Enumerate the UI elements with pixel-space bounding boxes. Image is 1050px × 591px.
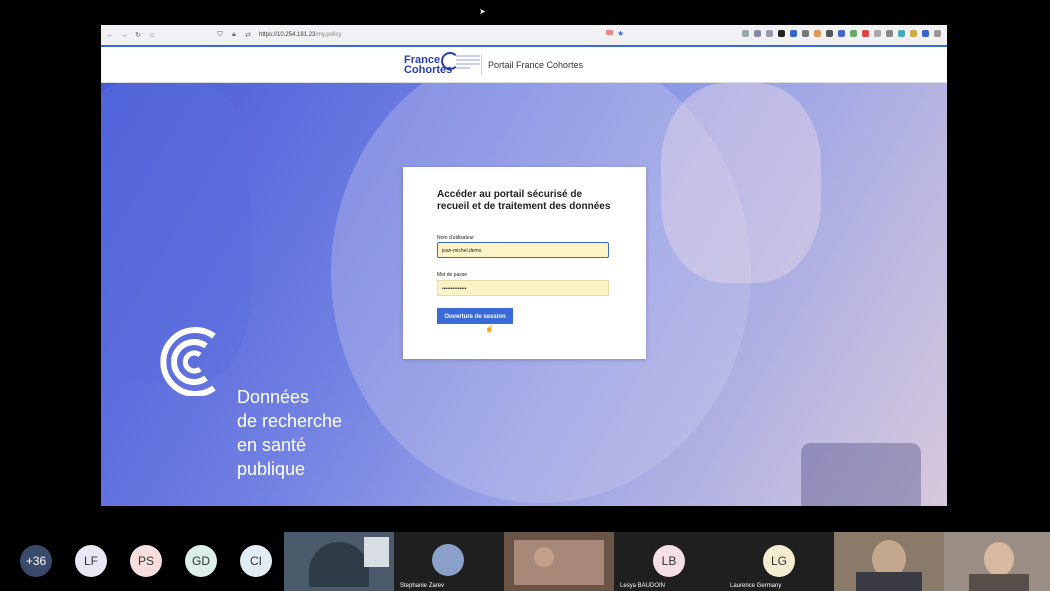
participant-avatar[interactable]: CI xyxy=(240,545,272,577)
participant-video-tile[interactable] xyxy=(834,532,944,591)
participant-avatar: LB xyxy=(653,545,685,577)
username-label: Nom d'utilisateur xyxy=(437,235,475,241)
extension-icon[interactable] xyxy=(922,30,929,37)
header-divider xyxy=(481,55,482,75)
participant-video-tile[interactable] xyxy=(504,532,614,591)
back-icon[interactable]: ← xyxy=(105,32,115,39)
hero-figure-bottom xyxy=(801,443,921,506)
pocket-icon[interactable] xyxy=(742,30,749,37)
extensions-row xyxy=(742,30,941,37)
participant-video-tile[interactable]: Stephanie Zarev xyxy=(394,532,504,591)
more-participants-button[interactable]: +36 xyxy=(20,545,52,577)
hand-cursor-icon: ☝ xyxy=(485,326,494,333)
logo-subtext-lines xyxy=(456,55,480,69)
participant-name: Lesya BAUDOIN xyxy=(620,583,666,589)
participant-video-tile[interactable] xyxy=(284,532,394,591)
url-path: /my.policy xyxy=(315,32,342,38)
browser-toolbar: ← → ↻ ⌂ ⛉ 🔒︎ ⇄ https://10.254.181.23/my.… xyxy=(101,25,947,47)
participant-video-tile[interactable]: LG Laurence Germany xyxy=(724,532,834,591)
extension-icon[interactable] xyxy=(862,30,869,37)
extension-icon[interactable] xyxy=(802,30,809,37)
extension-icon[interactable] xyxy=(910,30,917,37)
participant-video-tile[interactable]: LB Lesya BAUDOIN xyxy=(614,532,724,591)
portal-title: Portail France Cohortes xyxy=(488,60,584,70)
tagline-line: en santé xyxy=(237,435,307,455)
url-bar[interactable]: https://10.254.181.23/my.policy xyxy=(259,32,342,38)
reload-icon[interactable]: ↻ xyxy=(133,31,143,39)
url-host: https://10.254.181.23 xyxy=(259,32,316,38)
tagline-line: Données xyxy=(237,387,310,407)
permissions-icon[interactable]: ⇄ xyxy=(243,31,253,39)
username-input[interactable]: jean-michel.demo xyxy=(437,242,609,258)
hero-figure-hand xyxy=(661,83,821,283)
hero-background: Données de recherche en santé publique A… xyxy=(101,83,947,506)
participant-avatar[interactable]: LF xyxy=(75,545,107,577)
extension-icon[interactable] xyxy=(826,30,833,37)
tagline-line: publique xyxy=(237,459,306,479)
participant-name: Laurence Germany xyxy=(730,583,782,589)
extension-icon[interactable] xyxy=(790,30,797,37)
tagline-line: de recherche xyxy=(237,411,343,431)
hero-tagline: Données de recherche en santé publique xyxy=(237,385,342,481)
bookmark-star-icon[interactable]: ★ xyxy=(617,29,624,38)
password-label: Mot de passe xyxy=(437,272,468,278)
extension-icon[interactable] xyxy=(814,30,821,37)
download-icon[interactable] xyxy=(754,30,761,37)
password-input[interactable]: •••••••••••••• xyxy=(437,280,609,296)
extension-icon[interactable] xyxy=(874,30,881,37)
shared-screen: ← → ↻ ⌂ ⛉ 🔒︎ ⇄ https://10.254.181.23/my.… xyxy=(101,25,947,506)
mouse-cursor-icon: ➤ xyxy=(479,7,486,16)
extension-icon[interactable] xyxy=(898,30,905,37)
participant-video-tile[interactable] xyxy=(944,532,1050,591)
extension-icon[interactable] xyxy=(778,30,785,37)
lock-icon[interactable]: 🔒︎ xyxy=(229,31,239,39)
key-icon[interactable] xyxy=(606,30,613,35)
login-title: Accéder au portail sécurisé de recueil e… xyxy=(437,189,611,212)
site-header: France Cohortes Portail France Cohortes xyxy=(101,47,947,83)
shield-icon[interactable]: ⛉ xyxy=(215,31,225,39)
extension-icon[interactable] xyxy=(850,30,857,37)
extension-icon[interactable] xyxy=(838,30,845,37)
participant-avatar xyxy=(432,544,464,576)
menu-icon[interactable] xyxy=(934,30,941,37)
participant-avatar[interactable]: GD xyxy=(185,545,217,577)
login-button[interactable]: Ouverture de session xyxy=(437,308,513,324)
participants-strip: +36 LF PS GD CI Stephanie Zarev LB Lesya… xyxy=(0,532,1050,591)
extension-icon[interactable] xyxy=(886,30,893,37)
cohortes-swirl-icon xyxy=(160,327,216,396)
sidebar-icon[interactable] xyxy=(766,30,773,37)
home-icon[interactable]: ⌂ xyxy=(147,32,157,39)
participant-avatar[interactable]: PS xyxy=(130,545,162,577)
forward-icon[interactable]: → xyxy=(119,32,129,39)
participant-name: Stephanie Zarev xyxy=(400,583,445,589)
participant-avatar: LG xyxy=(763,545,795,577)
login-card: Accéder au portail sécurisé de recueil e… xyxy=(403,167,646,359)
